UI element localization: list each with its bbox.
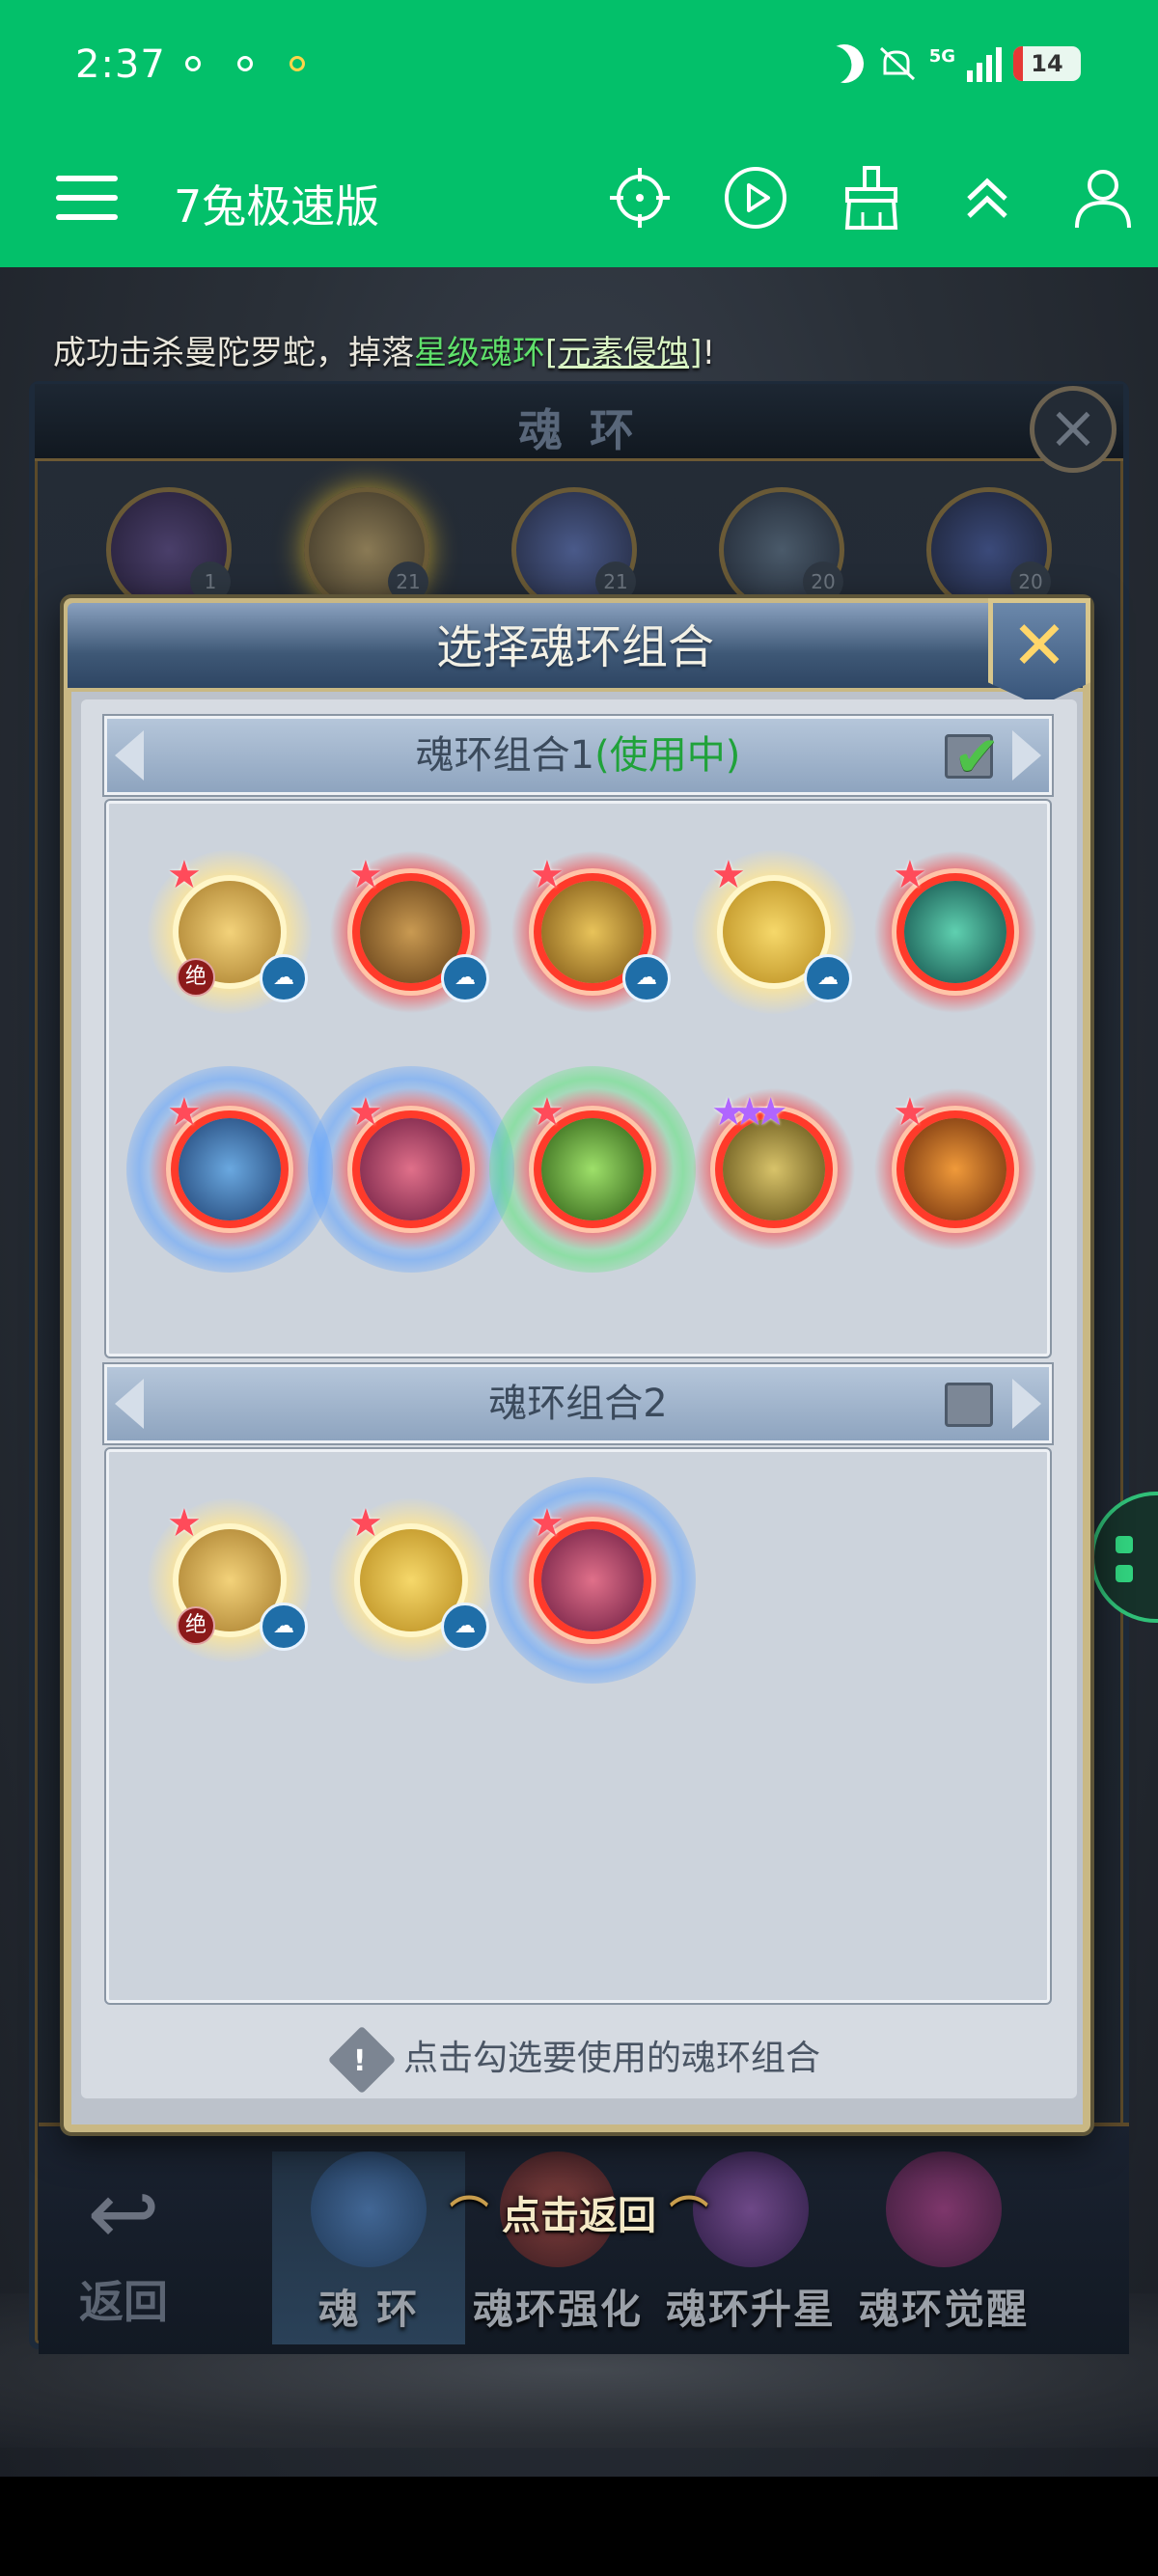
combo-group-1-title: 魂环组合1 xyxy=(415,733,595,778)
jue-badge: 绝 xyxy=(177,1606,215,1645)
mute-icon xyxy=(875,44,918,83)
broom-icon[interactable] xyxy=(836,162,907,233)
notification-icon xyxy=(185,56,201,71)
play-icon[interactable] xyxy=(720,162,791,233)
app-bar: 7兔极速版 xyxy=(0,135,1158,267)
exclamation-icon: ! xyxy=(327,2025,397,2095)
soul-ring[interactable]: ★★★ xyxy=(692,1087,856,1251)
notification-icon xyxy=(237,56,253,71)
dialog-title: 选择魂环组合 xyxy=(435,620,714,674)
soul-ring[interactable]: ★ 绝 ☁ xyxy=(148,1498,312,1662)
soul-ring[interactable]: ★ ☁ xyxy=(329,850,493,1014)
soul-ring[interactable]: ★ ☁ xyxy=(692,850,856,1014)
notification-icon xyxy=(290,56,305,71)
combo-group-2-rings: ★ 绝 ☁ ★ ☁ ★ xyxy=(106,1449,1050,2003)
crosshair-icon[interactable] xyxy=(604,162,676,233)
network-type: 5G xyxy=(928,45,955,67)
combo-group-2-header[interactable]: 魂环组合2 xyxy=(104,1364,1052,1443)
system-bottom-bar xyxy=(0,2477,1158,2576)
cloud-icon: ☁ xyxy=(441,954,489,1002)
jue-badge: 绝 xyxy=(177,958,215,997)
cloud-icon: ☁ xyxy=(260,1603,308,1651)
drop-ticker: 成功击杀曼陀罗蛇，掉落星级魂环[元素侵蚀]! xyxy=(53,334,716,372)
menu-icon[interactable] xyxy=(56,176,118,220)
battery-level xyxy=(1013,46,1023,81)
soul-ring[interactable]: ★ xyxy=(873,1087,1037,1251)
slot-avatar[interactable]: 20 xyxy=(719,487,844,613)
soul-ring[interactable]: ★ xyxy=(489,1066,696,1273)
status-bar: 2:37 5G 14 xyxy=(0,0,1158,135)
tap-to-return-hint[interactable]: ⌒ 点击返回 ⌒ xyxy=(0,2184,1158,2240)
soul-ring-panel-title: 魂 环 xyxy=(517,404,640,456)
slot-avatar[interactable]: 21 xyxy=(304,487,429,613)
signal-icon xyxy=(967,45,1002,82)
battery-percent: 14 xyxy=(1031,50,1063,77)
combo-group-2-checkbox[interactable] xyxy=(945,1383,993,1427)
soul-ring[interactable]: ★ xyxy=(308,1066,514,1273)
combo-group-1-checkbox[interactable]: ✔ xyxy=(945,724,1001,789)
slot-avatar[interactable]: 20 xyxy=(926,487,1052,613)
tab-soul-ring-enhance[interactable]: 魂环强化 xyxy=(461,2151,654,2344)
cloud-icon: ☁ xyxy=(622,954,671,1002)
slot-avatar[interactable]: 21 xyxy=(511,487,637,613)
app-title: 7兔极速版 xyxy=(174,180,380,233)
dialog-hint: ! 点击勾选要使用的魂环组合 xyxy=(81,2025,1077,2095)
close-icon[interactable]: × xyxy=(1030,386,1117,473)
in-use-label: (使用中) xyxy=(594,733,741,778)
cloud-icon: ☁ xyxy=(804,954,852,1002)
double-chevron-up-icon[interactable] xyxy=(951,162,1023,233)
user-icon[interactable] xyxy=(1067,162,1139,233)
battery-icon: 14 xyxy=(1013,46,1081,81)
soul-ring-slots: 1 21 21 20 20 xyxy=(96,487,1062,613)
combo-group-1-header[interactable]: 魂环组合1(使用中) ✔ xyxy=(104,716,1052,795)
cloud-icon: ☁ xyxy=(260,954,308,1002)
soul-ring[interactable]: ★ xyxy=(873,850,1037,1014)
checkmark-icon: ✔ xyxy=(953,724,1001,789)
tab-soul-ring[interactable]: 魂 环 xyxy=(272,2151,465,2344)
cloud-icon: ☁ xyxy=(441,1603,489,1651)
soul-ring[interactable]: ★ xyxy=(126,1066,333,1273)
soul-ring[interactable]: ★ xyxy=(489,1477,696,1684)
clock: 2:37 xyxy=(75,42,166,87)
soul-ring[interactable]: ★ 绝 ☁ xyxy=(148,850,312,1014)
soul-ring[interactable]: ★ ☁ xyxy=(329,1498,493,1662)
combo-group-2-title: 魂环组合2 xyxy=(488,1382,668,1426)
combo-group-1-rings: ★ 绝 ☁ ★ ☁ ★ ☁ ★ ☁ ★ ★ ★ ★ ★★★ ★ xyxy=(106,801,1050,1357)
moon-icon xyxy=(818,38,869,89)
slot-avatar[interactable]: 1 xyxy=(106,487,232,613)
soul-ring[interactable]: ★ ☁ xyxy=(510,850,675,1014)
tab-soul-ring-star-up[interactable]: 魂环升星 xyxy=(654,2151,847,2344)
tab-soul-ring-awaken[interactable]: 魂环觉醒 xyxy=(847,2151,1040,2344)
close-icon: ✕ xyxy=(1010,606,1068,685)
